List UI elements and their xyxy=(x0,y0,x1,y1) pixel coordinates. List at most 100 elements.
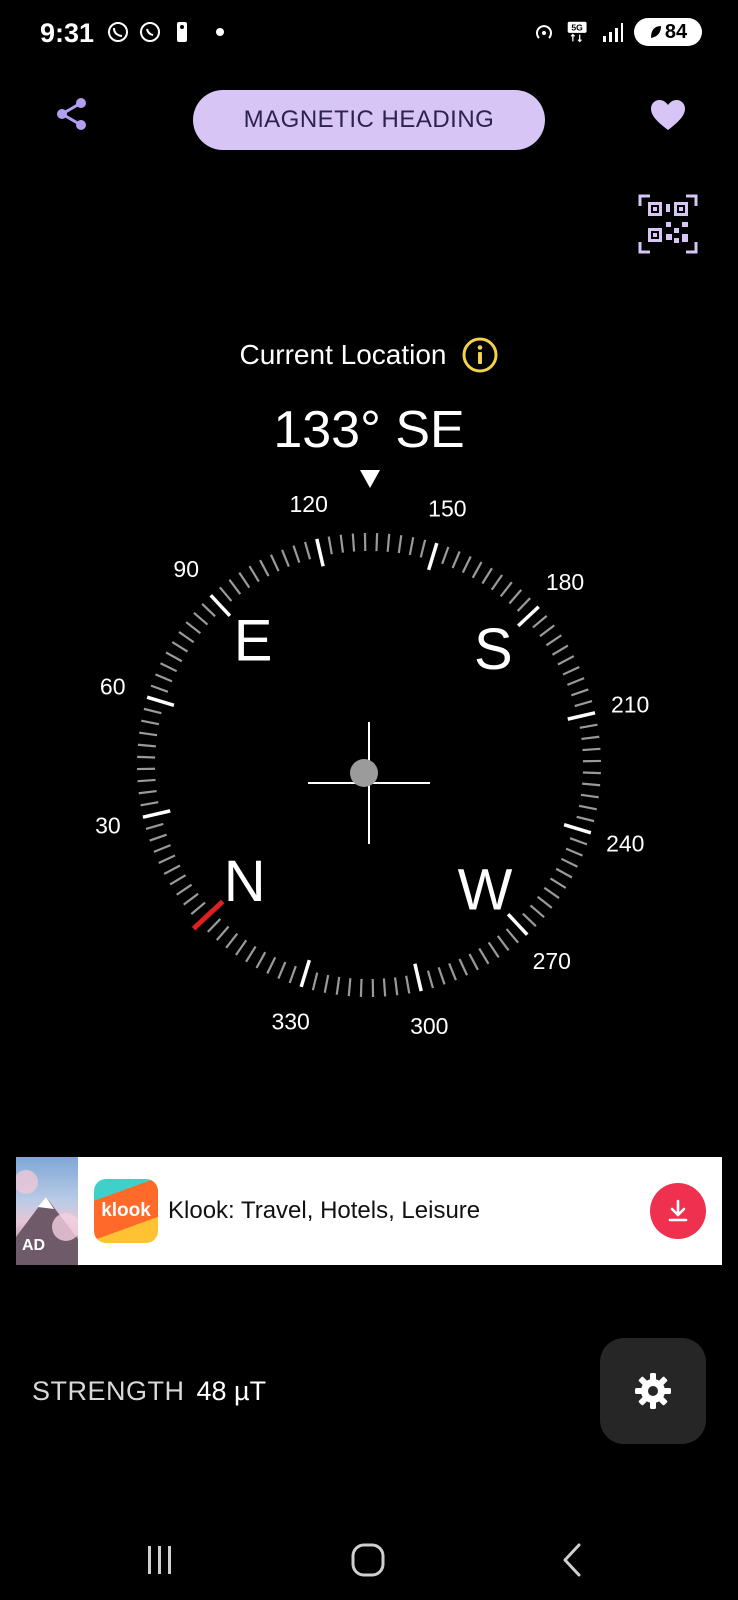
major-tick xyxy=(142,809,171,819)
magnetic-heading-button[interactable]: MAGNETIC HEADING xyxy=(193,90,545,150)
minor-tick xyxy=(359,978,363,997)
minor-tick xyxy=(565,847,583,857)
ad-title[interactable]: Klook: Travel, Hotels, Leisure xyxy=(168,1197,650,1225)
battery-indicator: 84 xyxy=(634,18,702,46)
recents-icon xyxy=(148,1546,171,1574)
strength-value: 48 µT xyxy=(196,1376,267,1406)
compass-dial[interactable]: 30 60 90 120 150 180 210 240 270 300 330 N E S W xyxy=(0,480,738,1080)
minor-tick xyxy=(437,966,446,985)
minor-tick xyxy=(441,546,450,565)
minor-tick xyxy=(281,549,290,567)
minor-tick xyxy=(451,551,461,569)
minor-tick xyxy=(393,977,399,996)
whatsapp-icon xyxy=(138,20,162,44)
minor-tick xyxy=(259,559,270,577)
degree-label: 60 xyxy=(100,674,126,700)
back-button[interactable] xyxy=(548,1536,596,1584)
minor-tick xyxy=(529,904,545,919)
settings-button[interactable] xyxy=(600,1338,706,1444)
back-icon xyxy=(563,1543,581,1577)
cardinal-w: W xyxy=(458,857,513,922)
minor-tick xyxy=(169,874,187,886)
major-tick xyxy=(146,695,175,708)
minor-tick xyxy=(582,747,601,752)
minor-tick xyxy=(269,554,280,572)
minor-tick xyxy=(461,555,472,574)
minor-tick xyxy=(532,615,548,629)
minor-tick xyxy=(215,925,230,941)
minor-tick xyxy=(496,935,510,951)
degree-label: 210 xyxy=(611,692,649,718)
minor-tick xyxy=(478,947,490,965)
klook-logo: klook xyxy=(94,1179,158,1243)
minor-tick xyxy=(560,857,579,868)
minor-tick xyxy=(579,723,598,729)
minor-tick xyxy=(158,854,176,865)
recents-button[interactable] xyxy=(136,1536,184,1584)
ad-download-button[interactable] xyxy=(650,1183,706,1239)
degree-label: 180 xyxy=(546,569,584,595)
minor-tick xyxy=(426,970,435,989)
minor-tick xyxy=(235,939,248,956)
status-right-icons: 5G 84 xyxy=(532,18,702,46)
minor-tick xyxy=(185,621,202,635)
share-button[interactable] xyxy=(52,94,92,134)
degree-label: 330 xyxy=(271,1008,309,1034)
minor-tick xyxy=(536,895,553,909)
minor-tick xyxy=(311,972,319,991)
major-tick xyxy=(315,538,325,567)
gear-icon xyxy=(635,1373,671,1409)
system-nav-bar xyxy=(0,1520,738,1600)
status-time: 9:31 xyxy=(40,18,95,48)
minor-tick xyxy=(163,864,181,875)
minor-tick xyxy=(405,975,411,994)
minor-tick xyxy=(468,953,479,971)
info-icon[interactable] xyxy=(461,336,499,374)
minor-tick xyxy=(397,535,403,554)
minor-tick xyxy=(150,684,169,693)
minor-tick xyxy=(582,782,601,787)
current-location-label: Current Location xyxy=(239,339,447,370)
minor-tick xyxy=(339,534,345,553)
minor-tick xyxy=(303,541,312,560)
degree-label: 90 xyxy=(173,556,199,582)
major-tick xyxy=(517,605,540,628)
minor-tick xyxy=(581,735,600,741)
hotspot-icon xyxy=(532,20,556,44)
cardinal-s: S xyxy=(474,617,513,682)
current-location-row[interactable]: Current Location xyxy=(0,336,738,374)
minor-tick xyxy=(178,631,195,644)
minor-tick xyxy=(545,634,562,647)
crosshair-icon xyxy=(308,722,430,844)
5g-icon: 5G xyxy=(566,20,590,44)
minor-tick xyxy=(375,533,379,552)
minor-tick xyxy=(574,699,593,708)
degree-label: 30 xyxy=(95,812,121,838)
minor-tick xyxy=(481,567,493,585)
minor-tick xyxy=(193,611,209,626)
minor-tick xyxy=(238,572,251,589)
minor-tick xyxy=(143,707,162,715)
major-tick xyxy=(209,594,232,617)
battery-saver-icon xyxy=(650,26,661,38)
svg-text:5G: 5G xyxy=(571,22,583,32)
minor-tick xyxy=(137,778,156,783)
minor-tick xyxy=(549,877,567,889)
minor-tick xyxy=(471,561,483,579)
favorite-button[interactable] xyxy=(648,96,688,136)
minor-tick xyxy=(408,537,415,556)
heading-readout: 133° SE xyxy=(273,401,465,459)
minor-tick xyxy=(557,655,575,666)
minor-tick xyxy=(323,974,330,993)
minor-tick xyxy=(551,644,569,656)
minor-tick xyxy=(140,801,159,807)
minor-tick xyxy=(327,536,333,555)
viber-icon xyxy=(106,20,130,44)
home-button[interactable] xyxy=(344,1536,392,1584)
home-icon xyxy=(351,1543,385,1577)
heart-icon xyxy=(651,100,685,130)
ad-banner[interactable]: AD klook Klook: Travel, Hotels, Leisure xyxy=(14,1157,722,1265)
minor-tick xyxy=(448,963,457,981)
qr-scan-button[interactable] xyxy=(636,192,700,256)
minor-tick xyxy=(569,837,588,846)
